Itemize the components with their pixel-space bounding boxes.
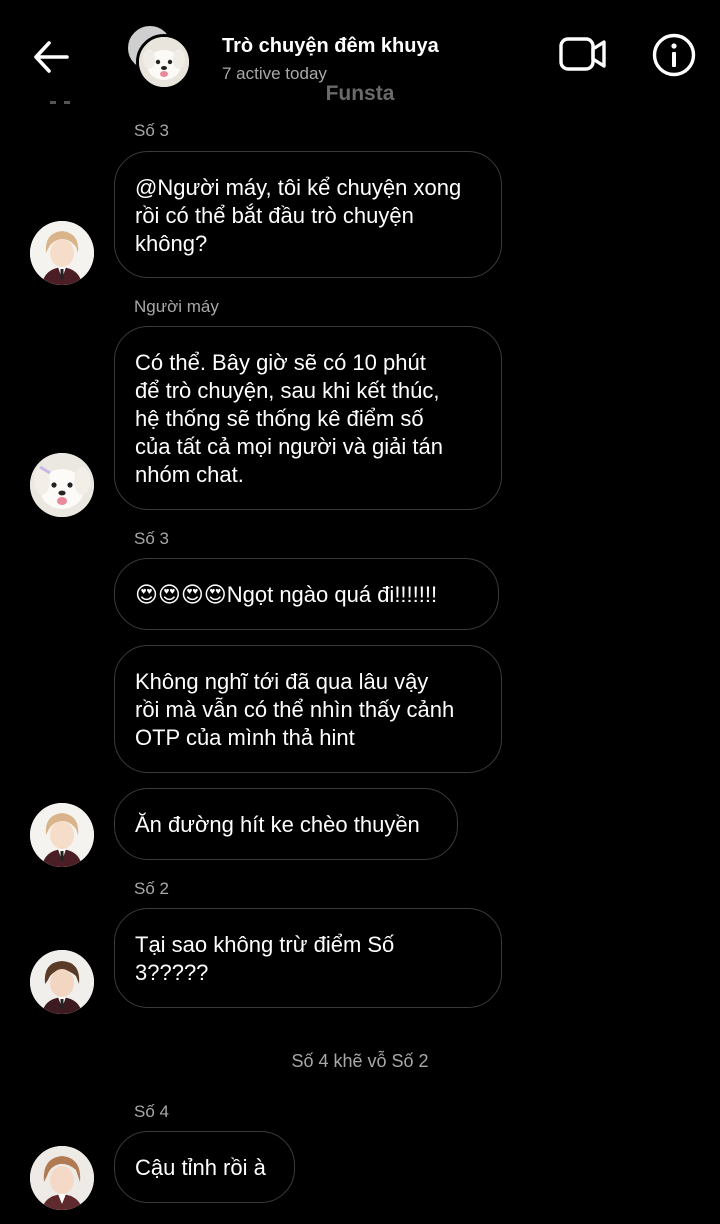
info-button[interactable] xyxy=(650,31,698,79)
message-bubble[interactable]: Tại sao không trừ điểm Số 3????? xyxy=(114,908,502,1008)
sender-name: Số 3 xyxy=(134,529,169,548)
message-bubble[interactable]: Cậu tỉnh rồi à xyxy=(114,1131,295,1203)
message-bubble[interactable]: @Người máy, tôi kể chuyện xong rồi có th… xyxy=(114,151,502,278)
avatar-nguoi-may[interactable] xyxy=(30,453,94,517)
sender-name: Số 4 xyxy=(134,1102,169,1121)
sender-name: Số 3 xyxy=(134,121,169,140)
avatar-so-3[interactable] xyxy=(30,221,94,285)
avatar-so-3[interactable] xyxy=(30,803,94,867)
message-bubble[interactable]: Không nghĩ tới đã qua lâu vậy rồi mà vẫn… xyxy=(114,645,502,773)
avatar-so-4[interactable] xyxy=(30,1146,94,1210)
sender-name: Người máy xyxy=(134,297,219,316)
sender-name: Số 2 xyxy=(134,879,169,898)
info-icon xyxy=(652,33,696,77)
avatar-so-2[interactable] xyxy=(30,950,94,1014)
partial-message-remnant xyxy=(50,101,70,104)
message-bubble[interactable]: 😍😍😍😍Ngọt ngào quá đi!!!!!!! xyxy=(114,558,499,630)
active-status: 7 active today xyxy=(222,64,327,83)
system-notice: Số 4 khẽ vỗ Số 2 xyxy=(291,1051,429,1071)
arrow-left-icon xyxy=(34,41,69,73)
message-bubble[interactable]: Ăn đường hít ke chèo thuyền xyxy=(114,788,458,860)
message-bubble[interactable]: Có thể. Bây giờ sẽ có 10 phút để trò chu… xyxy=(114,326,502,510)
back-button[interactable] xyxy=(28,34,74,80)
watermark: Funsta xyxy=(325,82,395,105)
video-camera-icon xyxy=(559,37,606,71)
chat-title[interactable]: Trò chuyện đêm khuya xyxy=(222,35,439,58)
video-call-button[interactable] xyxy=(556,32,610,76)
